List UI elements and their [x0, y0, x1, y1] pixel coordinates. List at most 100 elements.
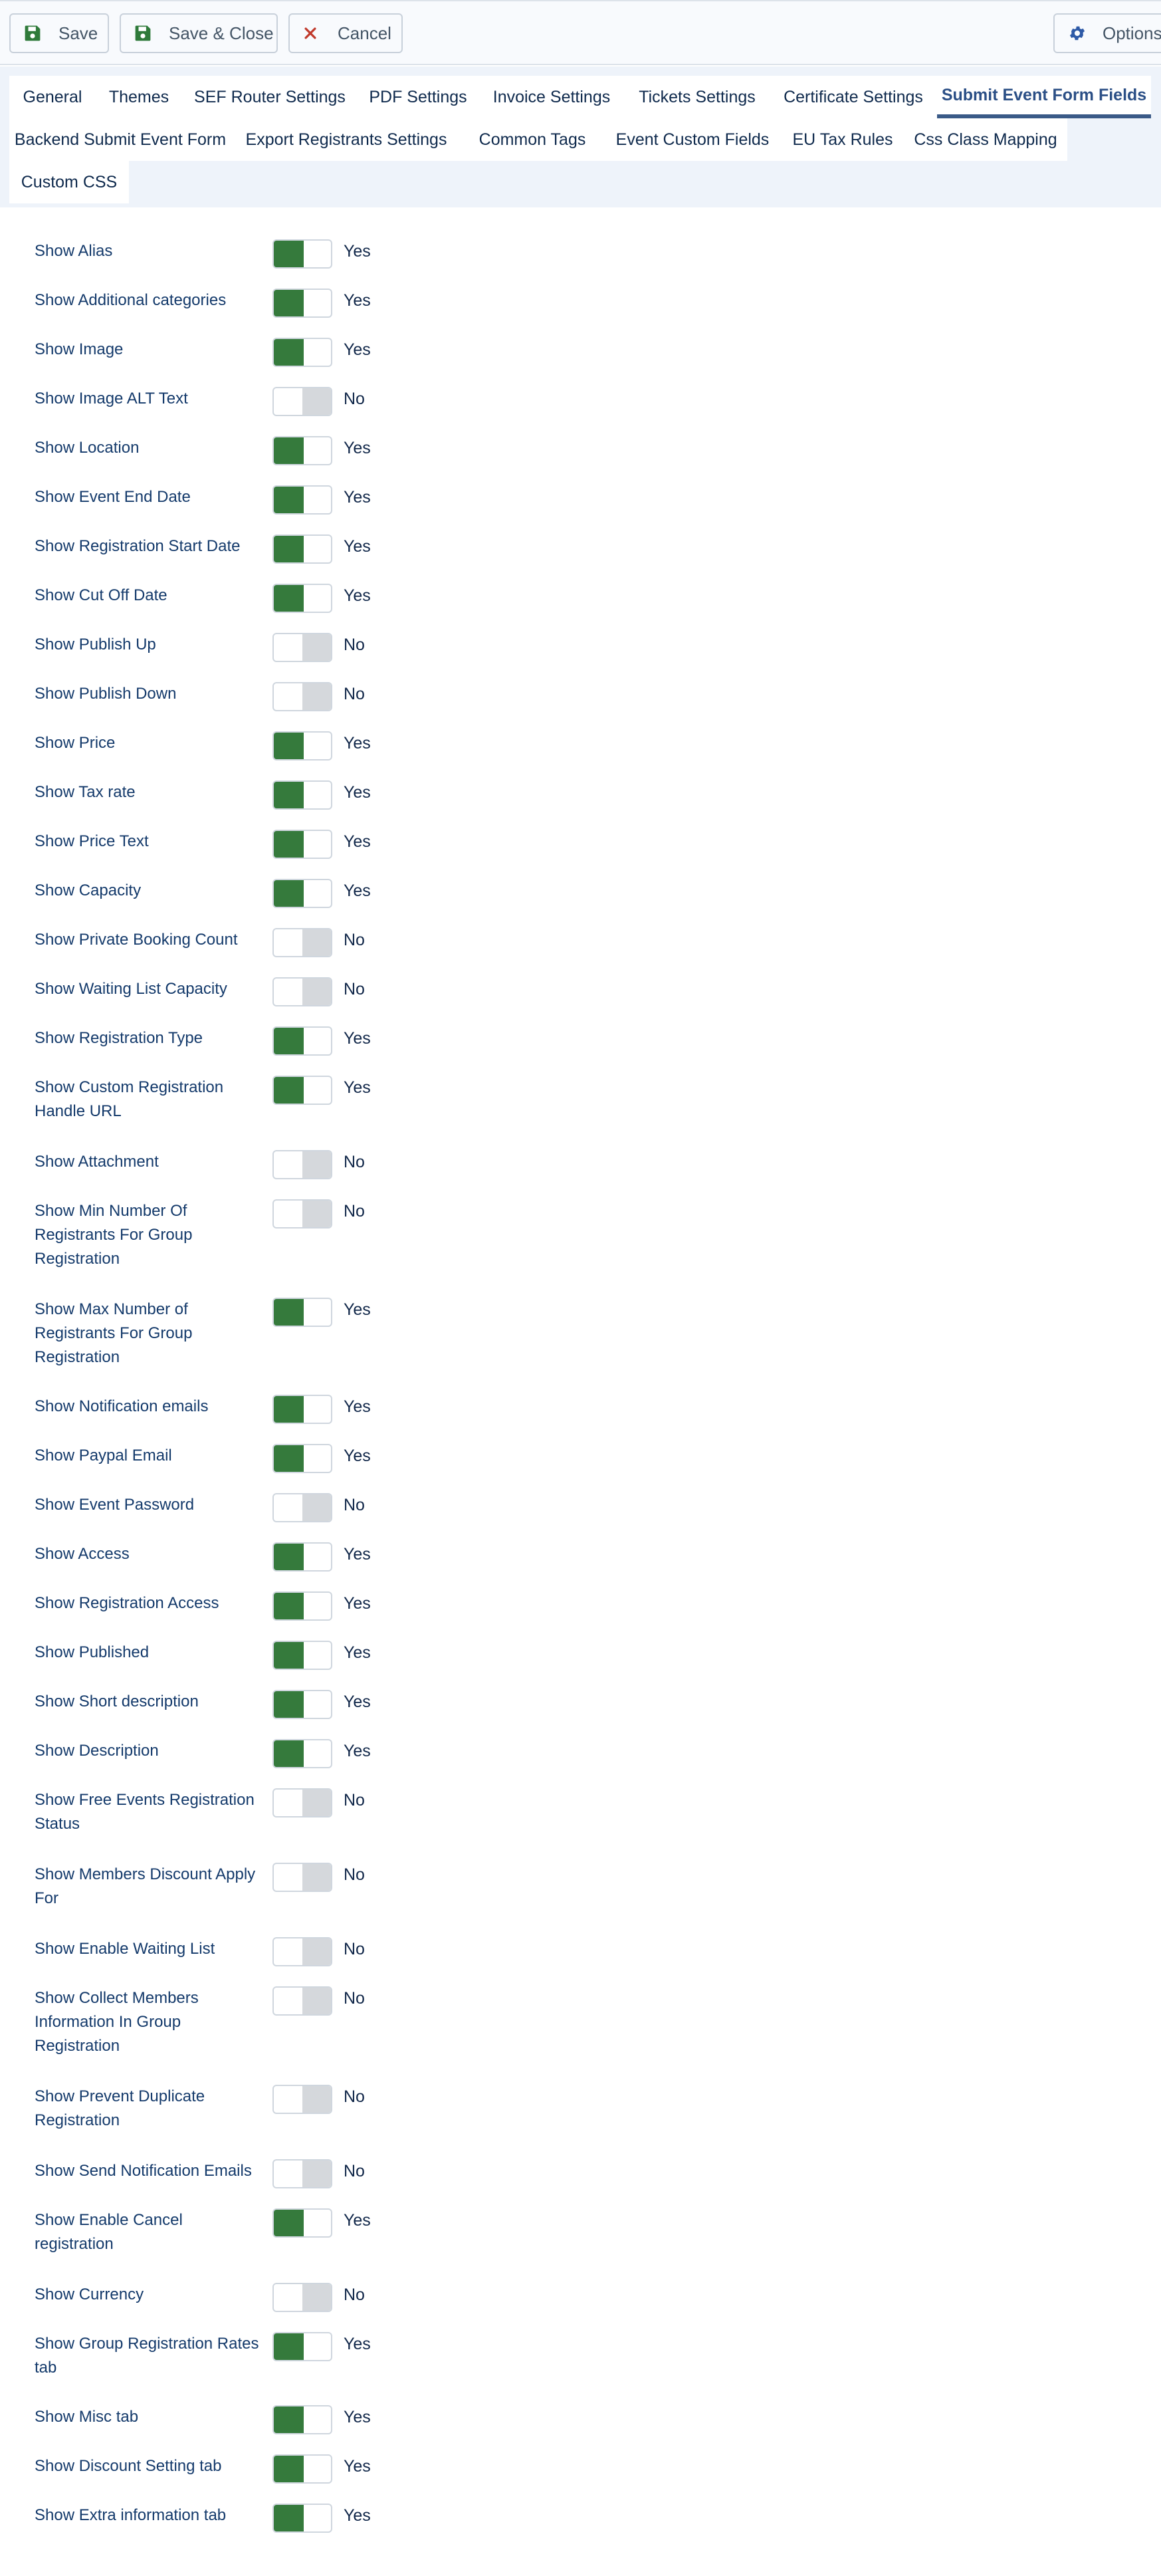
- toggle-switch[interactable]: [272, 1493, 332, 1522]
- toggle-value: No: [344, 1496, 365, 1514]
- field-label: Show Registration Access: [35, 1594, 219, 1612]
- toggle-knob: [302, 1864, 331, 1891]
- toggle-switch[interactable]: [272, 485, 332, 515]
- toggle-switch[interactable]: [272, 1395, 332, 1424]
- toggle-switch[interactable]: [272, 1542, 332, 1572]
- toggle-switch[interactable]: [272, 2454, 332, 2484]
- toggle-knob: [274, 1077, 304, 1104]
- toggle-knob: [274, 831, 304, 858]
- tab-backend-submit-event-form[interactable]: Backend Submit Event Form: [9, 118, 231, 161]
- toggle-switch[interactable]: [272, 289, 332, 318]
- toggle-switch[interactable]: [272, 1591, 332, 1621]
- toggle-switch[interactable]: [272, 1641, 332, 1670]
- toggle-switch[interactable]: [272, 1298, 332, 1327]
- toggle-knob: [302, 634, 331, 661]
- field-label: Show Price Text: [35, 832, 149, 850]
- tab-sef-router-settings[interactable]: SEF Router Settings: [182, 76, 358, 118]
- toggle-switch[interactable]: [272, 1444, 332, 1473]
- toggle-switch[interactable]: [272, 2085, 332, 2114]
- toggle-switch[interactable]: [272, 780, 332, 810]
- toggle-value: Yes: [344, 2506, 371, 2525]
- options-button[interactable]: Options: [1053, 13, 1161, 53]
- toggle-knob: [274, 290, 304, 316]
- toggle-knob: [274, 585, 304, 612]
- toggle-value: No: [344, 1940, 365, 1958]
- toggle-switch[interactable]: [272, 682, 332, 711]
- tab-pdf-settings[interactable]: PDF Settings: [358, 76, 478, 118]
- toggle-switch[interactable]: [272, 879, 332, 908]
- toggle-knob: [302, 979, 331, 1005]
- toggle-value: No: [344, 1153, 365, 1171]
- cancel-button[interactable]: Cancel: [288, 13, 403, 53]
- toggle-switch[interactable]: [272, 1739, 332, 1768]
- toggle-switch[interactable]: [272, 2159, 332, 2188]
- tab-export-registrants-settings[interactable]: Export Registrants Settings: [231, 118, 461, 161]
- field-label: Show Currency: [35, 2285, 144, 2303]
- toggle-switch[interactable]: [272, 338, 332, 367]
- toggle-switch[interactable]: [272, 436, 332, 465]
- field-label: Show Published: [35, 1643, 150, 1661]
- field-label: Show Custom Registration Handle URL: [35, 1078, 224, 1120]
- toggle-switch[interactable]: [272, 387, 332, 416]
- toggle-switch[interactable]: [272, 2504, 332, 2533]
- tab-eu-tax-rules[interactable]: EU Tax Rules: [782, 118, 904, 161]
- field-label: Show Registration Type: [35, 1029, 203, 1047]
- toggle-value: Yes: [344, 1029, 371, 1048]
- tab-common-tags[interactable]: Common Tags: [461, 118, 603, 161]
- tab-themes[interactable]: Themes: [96, 76, 182, 118]
- toggle-switch[interactable]: [272, 2332, 332, 2361]
- tab-invoice-settings[interactable]: Invoice Settings: [478, 76, 625, 118]
- tab-general[interactable]: General: [9, 76, 96, 118]
- toggle-value: No: [344, 390, 365, 408]
- toggle-switch[interactable]: [272, 1690, 332, 1719]
- tab-tickets-settings[interactable]: Tickets Settings: [625, 76, 770, 118]
- toggle-value: No: [344, 2087, 365, 2106]
- field-label: Show Alias: [35, 242, 113, 260]
- toggle-switch[interactable]: [272, 2405, 332, 2434]
- toggle-switch[interactable]: [272, 1199, 332, 1229]
- field-label: Show Enable Cancel registration: [35, 2211, 183, 2253]
- toggle-switch[interactable]: [272, 1026, 332, 1056]
- toggle-switch[interactable]: [272, 1986, 332, 2016]
- toggle-switch[interactable]: [272, 534, 332, 564]
- toggle-knob: [274, 880, 304, 907]
- save-close-button[interactable]: Save & Close: [120, 13, 278, 53]
- field-label: Show Paypal Email: [35, 1447, 172, 1464]
- save-button[interactable]: Save: [9, 13, 109, 53]
- toggle-switch[interactable]: [272, 1150, 332, 1179]
- toggle-value: Yes: [344, 1300, 371, 1319]
- toggle-switch[interactable]: [272, 830, 332, 859]
- toggle-value: Yes: [344, 586, 371, 605]
- toggle-switch[interactable]: [272, 2208, 332, 2238]
- field-label: Show Event Password: [35, 1496, 195, 1514]
- toggle-knob: [274, 1445, 304, 1472]
- toggle-switch[interactable]: [272, 977, 332, 1006]
- toggle-switch[interactable]: [272, 633, 332, 662]
- toggle-knob: [274, 241, 304, 267]
- toggle-value: Yes: [344, 291, 371, 310]
- tab-event-custom-fields[interactable]: Event Custom Fields: [603, 118, 782, 161]
- tab-css-class-mapping[interactable]: Css Class Mapping: [904, 118, 1067, 161]
- tab-submit-event-form-fields[interactable]: Submit Event Form Fields: [937, 76, 1151, 118]
- field-label: Show Image: [35, 340, 124, 358]
- toggle-value: No: [344, 1865, 365, 1884]
- toggle-switch[interactable]: [272, 1788, 332, 1817]
- toggle-knob: [302, 1790, 331, 1816]
- toggle-knob: [302, 1201, 331, 1227]
- toggle-switch[interactable]: [272, 731, 332, 761]
- toggle-switch[interactable]: [272, 1937, 332, 1966]
- toggle-knob: [274, 2456, 304, 2482]
- tab-custom-css[interactable]: Custom CSS: [9, 161, 129, 203]
- toggle-switch[interactable]: [272, 584, 332, 613]
- toggle-switch[interactable]: [272, 928, 332, 957]
- toggle-value: No: [344, 931, 365, 949]
- toggle-switch[interactable]: [272, 1076, 332, 1105]
- toggle-knob: [302, 2284, 331, 2311]
- toggle-value: Yes: [344, 537, 371, 556]
- toggle-knob: [274, 733, 304, 759]
- toggle-switch[interactable]: [272, 239, 332, 269]
- field-label: Show Enable Waiting List: [35, 1940, 215, 1958]
- tab-certificate-settings[interactable]: Certificate Settings: [770, 76, 937, 118]
- toggle-switch[interactable]: [272, 1863, 332, 1892]
- toggle-switch[interactable]: [272, 2283, 332, 2312]
